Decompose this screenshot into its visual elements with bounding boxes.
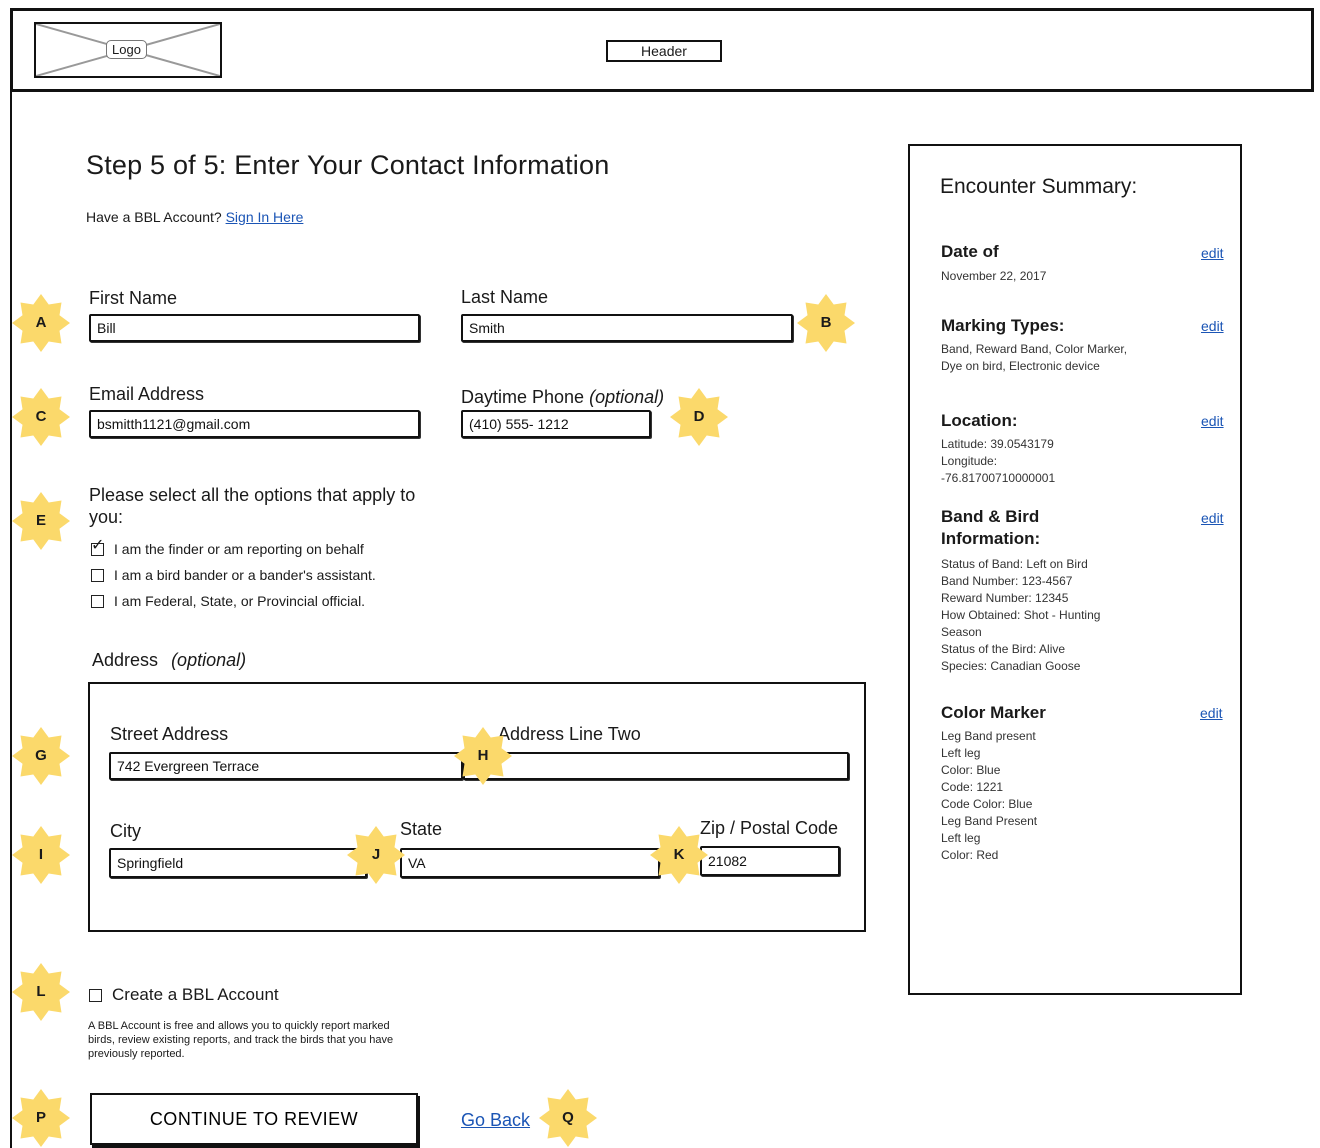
color-marker-list: Leg Band present Left leg Color: Blue Co… (941, 728, 1037, 864)
create-account-checkbox[interactable] (89, 988, 102, 1002)
phone-label: Daytime Phone (optional) (461, 387, 664, 408)
color-marker-line: Code Color: Blue (941, 797, 1033, 811)
edit-marking-link[interactable]: edit (1201, 318, 1224, 334)
date-section-title: Date of (941, 242, 999, 261)
account-description: A BBL Account is free and allows you to … (88, 1020, 394, 1060)
color-marker-line: Leg Band Present (941, 814, 1038, 828)
date-value: November 22, 2017 (941, 269, 1047, 283)
state-label: State (400, 819, 443, 839)
annotation-marker-b: B (796, 293, 856, 353)
longitude-label-line: Longitude: (941, 454, 998, 468)
account-prompt: Have a BBL Account? (86, 209, 222, 225)
color-marker-line: Code: 1221 (941, 780, 1004, 794)
annotation-marker-p: P (11, 1088, 71, 1148)
city-label: City (110, 821, 141, 841)
line2-label: Address Line Two (498, 724, 641, 744)
phone-optional-text: (optional) (589, 387, 665, 407)
color-marker-line: Left leg (941, 831, 981, 845)
go-back-link[interactable]: Go Back (461, 1110, 530, 1131)
edit-band-link[interactable]: edit (1201, 510, 1224, 526)
signin-row: Have a BBL Account? Sign In Here (86, 209, 303, 225)
band-title-line-2: Information: (941, 529, 1041, 548)
first-name-input[interactable] (89, 314, 420, 342)
annotation-marker-j: J (346, 825, 406, 885)
annotation-marker-d: D (669, 387, 729, 447)
logo-label: Logo (106, 40, 147, 59)
option-official[interactable]: I am Federal, State, or Provincial offic… (91, 593, 365, 609)
color-marker-line: Color: Blue (941, 763, 1001, 777)
option-finder-label: I am the finder or am reporting on behal… (114, 541, 364, 557)
state-input[interactable] (400, 848, 660, 878)
last-name-label: Last Name (461, 287, 549, 307)
header-label: Header (606, 40, 722, 62)
zip-input[interactable] (700, 846, 840, 876)
address-heading: Address (optional) (92, 650, 246, 671)
location-section-title: Location: (941, 411, 1018, 430)
continue-to-review-button[interactable]: CONTINUE TO REVIEW (90, 1093, 418, 1145)
annotation-marker-a: A (11, 293, 71, 353)
marking-value: Band, Reward Band, Color Marker, Dye on … (941, 342, 1128, 373)
annotation-marker-h: H (453, 726, 513, 786)
signin-link[interactable]: Sign In Here (226, 209, 304, 225)
options-prompt: Please select all the options that apply… (89, 485, 416, 527)
phone-input[interactable] (461, 410, 651, 438)
option-finder[interactable]: ✓ I am the finder or am reporting on beh… (91, 537, 364, 557)
color-marker-line: Leg Band present (941, 729, 1036, 743)
annotation-marker-q: Q (538, 1088, 598, 1148)
latitude-line: Latitude: 39.0543179 (941, 437, 1054, 451)
band-info-line: Reward Number: 12345 (941, 591, 1069, 605)
line2-input[interactable] (463, 752, 849, 780)
color-marker-line: Left leg (941, 746, 981, 760)
band-info-line: How Obtained: Shot - Hunting (941, 608, 1101, 622)
longitude-value-line: -76.81700710000001 (941, 471, 1056, 485)
street-label: Street Address (110, 724, 229, 744)
band-info-line: Species: Canadian Goose (941, 659, 1081, 673)
email-label: Email Address (89, 384, 205, 404)
edit-color-marker-link[interactable]: edit (1200, 705, 1223, 721)
summary-title: Encounter Summary: (940, 175, 1138, 198)
bander-checkbox[interactable] (91, 568, 104, 582)
annotation-marker-g: G (11, 726, 71, 786)
annotation-marker-e: E (11, 491, 71, 551)
band-section-title: Band & Bird Information: (941, 506, 1040, 550)
color-marker-section-title: Color Marker (941, 703, 1046, 722)
last-name-input[interactable] (461, 314, 793, 342)
band-info-line: Season (941, 625, 982, 639)
band-info-line: Band Number: 123-4567 (941, 574, 1073, 588)
zip-label: Zip / Postal Code (700, 818, 839, 838)
marking-section-title: Marking Types: (941, 316, 1065, 335)
option-official-label: I am Federal, State, or Provincial offic… (114, 593, 366, 609)
email-input[interactable] (89, 410, 420, 438)
official-checkbox[interactable] (91, 594, 104, 608)
annotation-marker-l: L (11, 962, 71, 1022)
band-info-list: Status of Band: Left on Bird Band Number… (941, 556, 1100, 675)
annotation-marker-k: K (649, 825, 709, 885)
create-account-label: Create a BBL Account (112, 985, 279, 1004)
address-panel (88, 682, 866, 932)
option-bander-label: I am a bird bander or a bander's assista… (114, 567, 376, 583)
location-value: Latitude: 39.0543179 Longitude: -76.8170… (941, 436, 1055, 487)
option-bander[interactable]: I am a bird bander or a bander's assista… (91, 567, 376, 583)
address-optional-text: (optional) (171, 650, 247, 670)
street-input[interactable] (109, 752, 463, 780)
page-title: Step 5 of 5: Enter Your Contact Informat… (86, 150, 610, 180)
address-heading-text: Address (92, 650, 159, 670)
create-account-row[interactable]: Create a BBL Account (89, 985, 279, 1005)
annotation-marker-c: C (11, 387, 71, 447)
band-info-line: Status of Band: Left on Bird (941, 557, 1088, 571)
band-title-line-1: Band & Bird (941, 507, 1040, 526)
edit-date-link[interactable]: edit (1201, 245, 1224, 261)
city-input[interactable] (109, 848, 367, 878)
edit-location-link[interactable]: edit (1201, 413, 1224, 429)
first-name-label: First Name (89, 288, 178, 308)
color-marker-line: Color: Red (941, 848, 999, 862)
phone-label-text: Daytime Phone (461, 387, 585, 407)
band-info-line: Status of the Bird: Alive (941, 642, 1066, 656)
annotation-marker-i: I (11, 825, 71, 885)
check-mark-icon: ✓ (91, 536, 105, 554)
finder-checkbox[interactable]: ✓ (91, 537, 104, 556)
